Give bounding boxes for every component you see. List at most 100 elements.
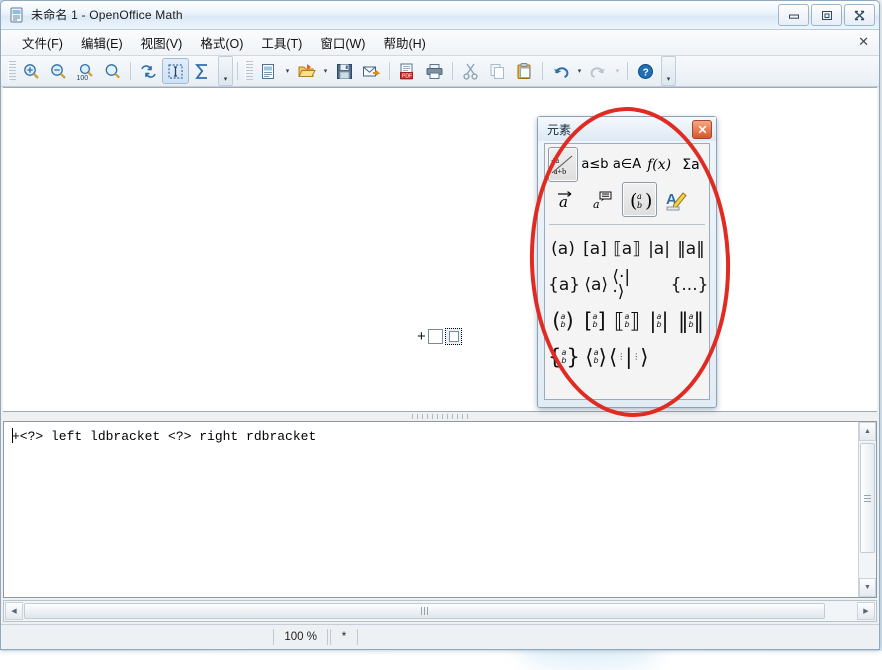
auto-update-icon[interactable] [135,58,162,84]
toolbar-grip[interactable] [245,61,253,81]
formula-placeholder-first[interactable] [428,329,443,344]
scroll-down-icon[interactable]: ▼ [859,578,876,597]
category-unary-binary-operators[interactable]: +a a+b [548,147,578,182]
panel-splitter[interactable] [1,412,879,421]
status-zoom-level[interactable]: 100 % [273,629,328,645]
scroll-thumb-grip [421,607,428,615]
toolbar-overflow-button[interactable]: ▾ [218,56,233,86]
redo-icon[interactable] [585,58,612,84]
elements-panel-title: 元素 [547,121,571,138]
menu-tools[interactable]: 工具(T) [252,30,311,55]
title-bar[interactable]: 未命名 1 - OpenOffice Math [1,1,879,30]
category-operators[interactable]: Σa [676,147,706,182]
category-relations[interactable]: a≤b [580,147,610,182]
svg-text:): ) [645,190,652,212]
bracket-group[interactable]: {...} [673,267,706,303]
formula-cursor-icon[interactable] [162,58,189,84]
paste-icon[interactable] [511,58,538,84]
bracket-double-square-scalable[interactable]: ⟦ ab ⟧ [612,303,642,339]
menu-view[interactable]: 视图(V) [132,30,192,55]
svg-text:a: a [637,192,642,201]
toolbar-overflow-button[interactable]: ▾ [661,56,676,86]
horizontal-scroll-track[interactable] [24,603,856,619]
bracket-brace-scalable[interactable]: { ab } [548,339,580,375]
scroll-up-icon[interactable]: ▲ [859,422,876,441]
close-document-button[interactable]: ✕ [858,34,869,50]
chevron-down-icon[interactable]: ▾ [320,59,331,83]
category-relations-label: a≤b [581,157,608,172]
new-document-icon[interactable] [255,58,282,84]
bracket-round-scalable[interactable]: ( ab ) [548,303,578,339]
bracket-square[interactable]: [a] [580,231,610,267]
bracket-double-square-scalable-right: ⟧ [630,313,640,330]
splitter-grip[interactable] [412,414,468,419]
bracket-operator-angle[interactable]: ⟨·|·⟩ [612,267,640,303]
zoom-in-icon[interactable] [18,58,45,84]
copy-icon[interactable] [484,58,511,84]
vertical-scroll-thumb[interactable] [860,443,875,553]
chevron-down-icon[interactable]: ▾ [282,59,293,83]
export-pdf-icon[interactable]: PDF [394,58,421,84]
zoom-out-icon[interactable] [45,58,72,84]
category-brackets[interactable]: ( ) a b [622,182,657,217]
menu-edit[interactable]: 编辑(E) [72,30,132,55]
vertical-scroll-track[interactable] [859,441,876,578]
scroll-left-icon[interactable]: ◀ [5,602,23,620]
elements-panel-title-bar[interactable]: 元素 [538,117,716,141]
bracket-angle[interactable]: ⟨a⟩ [582,267,610,303]
toolbar-separator [389,62,390,80]
elements-panel-close-icon[interactable] [692,120,712,139]
menu-help[interactable]: 帮助(H) [374,30,434,55]
save-icon[interactable] [331,58,358,84]
menu-format[interactable]: 格式(O) [191,30,252,55]
zoom-100-icon[interactable]: 100 [72,58,99,84]
elements-item-grid: (a) [a] ⟦a⟧ |a| ‖a‖ {a} ⟨a⟩ ⟨·|·⟩ {...} … [545,227,709,399]
category-others[interactable]: A [659,182,694,217]
command-editor[interactable]: +<?> left ldbracket <?> right rdbracket … [3,421,877,598]
toolbar-grip[interactable] [8,61,16,81]
command-vertical-scrollbar[interactable]: ▲ ▼ [858,422,876,597]
bracket-square-scalable[interactable]: [ ab ] [580,303,610,339]
bracket-square-glyph: [a] [583,242,607,257]
command-text[interactable]: +<?> left ldbracket <?> right rdbracket [4,422,858,597]
bracket-round[interactable]: (a) [548,231,578,267]
category-functions[interactable]: f(x) [644,147,674,182]
bracket-brace[interactable]: {a} [548,267,580,303]
bracket-double-line-scalable-left: ‖ [678,313,689,330]
formula-preview-area[interactable]: + [3,87,877,412]
bracket-single-line-scalable[interactable]: | ab | [644,303,674,339]
elements-item-row-4: { ab } ⟨ ab ⟩ ⟨ ⋮ | ⋮ ⟩ [547,339,707,375]
formula-placeholder-selected[interactable] [445,328,462,345]
svg-text:100: 100 [77,75,89,81]
bracket-double-line-scalable[interactable]: ‖ ab ‖ [676,303,706,339]
chevron-down-icon[interactable]: ▾ [574,59,585,83]
scroll-right-icon[interactable]: ▶ [857,602,875,620]
undo-icon[interactable] [547,58,574,84]
bracket-operator-angle-scalable[interactable]: ⟨ ⋮ | ⋮ ⟩ [612,339,645,375]
bracket-double-line[interactable]: ‖a‖ [676,231,706,267]
open-document-icon[interactable] [293,58,320,84]
restore-icon[interactable] [811,4,842,26]
category-attributes[interactable]: a [548,182,583,217]
bracket-round-glyph: (a) [551,242,575,257]
menu-file[interactable]: 文件(F) [13,30,72,55]
close-icon[interactable] [844,4,875,26]
zoom-refresh-icon[interactable] [99,58,126,84]
minimize-icon[interactable] [778,4,809,26]
help-icon[interactable]: ? [632,58,659,84]
bracket-double-square[interactable]: ⟦a⟧ [612,231,642,267]
category-set-operations[interactable]: a∈A [612,147,642,182]
category-formats[interactable]: a [585,182,620,217]
print-icon[interactable] [421,58,448,84]
bracket-group-glyph: {...} [671,278,709,293]
bracket-angle-scalable[interactable]: ⟨ ab ⟩ [582,339,610,375]
menu-window[interactable]: 窗口(W) [311,30,374,55]
horizontal-scroll-thumb[interactable] [24,603,825,619]
elements-sigma-icon[interactable] [189,58,216,84]
send-email-icon[interactable] [358,58,385,84]
bracket-single-line[interactable]: |a| [644,231,674,267]
chevron-down-icon[interactable]: ▾ [612,59,623,83]
cut-icon[interactable] [457,58,484,84]
command-horizontal-scrollbar[interactable]: ◀ ▶ [3,600,877,622]
elements-category-row-1: +a a+b a≤b a∈A f(x) Σa [547,147,707,182]
